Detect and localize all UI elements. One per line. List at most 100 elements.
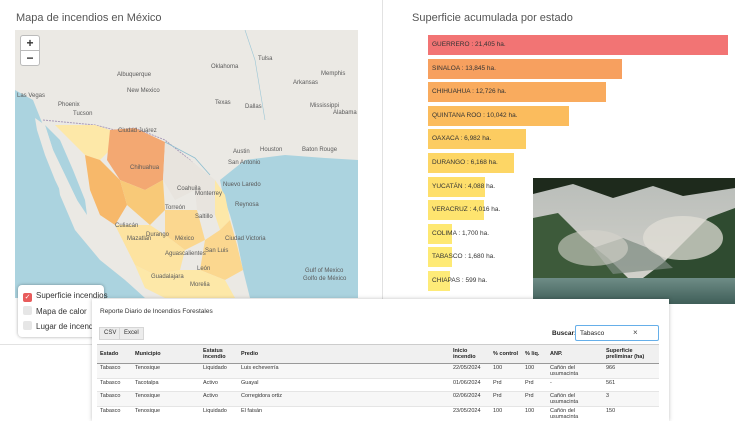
table-cell: 23/05/2024 (450, 406, 490, 421)
bar-yucatán[interactable]: YUCATÁN : 4,088 ha. (428, 176, 495, 197)
map-label: Golfo de México (303, 276, 347, 282)
checkbox-icon[interactable] (23, 306, 32, 315)
map-label: Ciudad Victoria (225, 236, 266, 242)
map-label: San Luis (205, 248, 229, 254)
table-row: Tabasco Tenosique Activo Corregidora ort… (97, 391, 659, 407)
csv-button[interactable]: CSV (99, 327, 122, 340)
table-cell: Liquidado (200, 406, 238, 421)
search-input[interactable] (575, 325, 659, 341)
map-label: Las Vegas (17, 93, 46, 99)
bar-colima[interactable]: COLIMA : 1,700 ha. (428, 223, 489, 244)
map-label: Guadalajara (151, 274, 184, 280)
table-row: Tabasco Tenosique Liquidado El faisán 23… (97, 406, 659, 421)
bar-chihuahua[interactable]: CHIHUAHUA : 12,726 ha. (428, 82, 607, 103)
layer-label: Mapa de calor (36, 307, 87, 316)
map-label: Saltillo (195, 214, 213, 220)
table-cell: Activo (200, 391, 238, 407)
map-label: Alabama (333, 110, 357, 116)
table-header-row: Estado Municipio Estatus incendio Predio… (97, 344, 659, 364)
column-header[interactable]: Estatus incendio (200, 344, 238, 364)
bar-tabasco[interactable]: TABASCO : 1,680 ha. (428, 247, 495, 268)
table-cell: Tabasco (97, 391, 132, 407)
map-tiles (15, 30, 358, 298)
column-header[interactable]: Municipio (132, 344, 200, 364)
checkbox-icon[interactable] (23, 321, 32, 330)
bar-data-label: YUCATÁN : 4,088 ha. (432, 182, 496, 190)
map-label: Torreón (165, 205, 186, 211)
zoom-out-button[interactable]: − (20, 50, 40, 66)
bar-data-label: CHIHUAHUA : 12,726 ha. (432, 88, 507, 96)
map-label: Austin (233, 149, 250, 155)
map-label: Mississippi (310, 103, 340, 109)
bar-data-label: TABASCO : 1,680 ha. (432, 253, 496, 261)
column-header[interactable]: % control (490, 344, 522, 364)
table-cell: Corregidora ortiz (238, 391, 450, 407)
map-label: Texas (215, 100, 231, 106)
table-cell: Prd (490, 378, 522, 392)
map-label: San Antonio (228, 160, 261, 166)
fire-smoke-photo (533, 178, 735, 304)
map-label: Monterrey (195, 191, 223, 197)
map-label: Houston (260, 147, 283, 153)
column-header[interactable]: Inicio incendio (450, 344, 490, 364)
map-label: Chihuahua (130, 165, 160, 171)
bar-durango[interactable]: DURANGO : 6,168 ha. (428, 153, 515, 173)
table-cell: Tabasco (97, 406, 132, 421)
map-label: Arkansas (293, 80, 319, 86)
map-label: Gulf of Mexico (305, 268, 344, 274)
map-panel: Mapa de incendios en México Tulsa Oklaho… (0, 0, 383, 345)
table-cell: Tabasco (97, 363, 132, 379)
table-cell: 22/05/2024 (450, 363, 490, 379)
table-cell: 150 (603, 406, 659, 421)
bar-data-label: COLIMA : 1,700 ha. (432, 229, 490, 237)
table-cell: 100 (490, 406, 522, 421)
bar-veracruz[interactable]: VERACRUZ : 4,016 ha. (428, 200, 500, 221)
map-label: Tulsa (258, 56, 273, 62)
fire-map[interactable]: Tulsa Oklahoma Memphis Albuquerque Arkan… (15, 30, 358, 298)
table-cell: 02/06/2024 (450, 391, 490, 407)
map-label: Aguascalientes (165, 251, 206, 257)
zoom-in-button[interactable]: + (20, 35, 40, 51)
table-cell: Prd (522, 391, 547, 407)
table-cell: - (547, 378, 603, 392)
map-label: Phoenix (58, 102, 80, 108)
bar-data-label: CHIAPAS : 599 ha. (432, 277, 488, 284)
map-label: Morelia (190, 282, 210, 288)
table-row: Tabasco Tenosique Liquidado Luis echever… (97, 363, 659, 379)
report-table: Estado Municipio Estatus incendio Predio… (97, 344, 659, 421)
table-cell: Liquidado (200, 363, 238, 379)
table-cell: Prd (490, 391, 522, 407)
table-cell: Prd (522, 378, 547, 392)
map-label: Reynosa (235, 202, 259, 208)
map-label: Durango (146, 232, 170, 238)
table-cell: 01/06/2024 (450, 378, 490, 392)
table-cell: Tenosique (132, 406, 200, 421)
column-header[interactable]: Estado (97, 344, 132, 364)
table-cell: Tabasco (97, 378, 132, 392)
clear-icon[interactable]: × (633, 328, 638, 337)
layer-mapa-de-calor[interactable]: Mapa de calor (23, 306, 87, 316)
table-cell: Cañón del usumacinta (547, 363, 603, 379)
table-cell: Tacotalpa (132, 378, 200, 392)
column-header[interactable]: Predio (238, 344, 450, 364)
table-cell: Cañón del usumacinta (547, 391, 603, 407)
chart-title: Superficie acumulada por estado (412, 12, 573, 24)
bar-guerrero[interactable]: GUERRERO : 21,405 ha. (428, 35, 728, 55)
map-label: Nuevo Laredo (223, 182, 261, 188)
column-header[interactable]: ANP. (547, 344, 603, 364)
bar-sinaloa[interactable]: SINALOA : 13,845 ha. (428, 58, 623, 79)
map-label: New Mexico (127, 88, 160, 94)
table-cell: Tenosique (132, 363, 200, 379)
bar-oaxaca[interactable]: OAXACA : 6,982 ha. (428, 129, 526, 150)
bar-data-label: DURANGO : 6,168 ha. (432, 159, 498, 166)
table-cell: 3 (603, 391, 659, 407)
report-title: Reporte Diario de Incendios Forestales (100, 308, 213, 315)
checkbox-checked-icon[interactable] (23, 293, 32, 302)
column-header[interactable]: Superficie preliminar (ha) (603, 344, 659, 364)
excel-button[interactable]: Excel (119, 327, 144, 340)
table-cell: 100 (522, 406, 547, 421)
column-header[interactable]: % liq. (522, 344, 547, 364)
table-cell: Guayal (238, 378, 450, 392)
bar-quintana-roo[interactable]: QUINTANA ROO : 10,042 ha. (428, 105, 569, 126)
bar-chiapas[interactable]: CHIAPAS : 599 ha. (428, 271, 487, 291)
